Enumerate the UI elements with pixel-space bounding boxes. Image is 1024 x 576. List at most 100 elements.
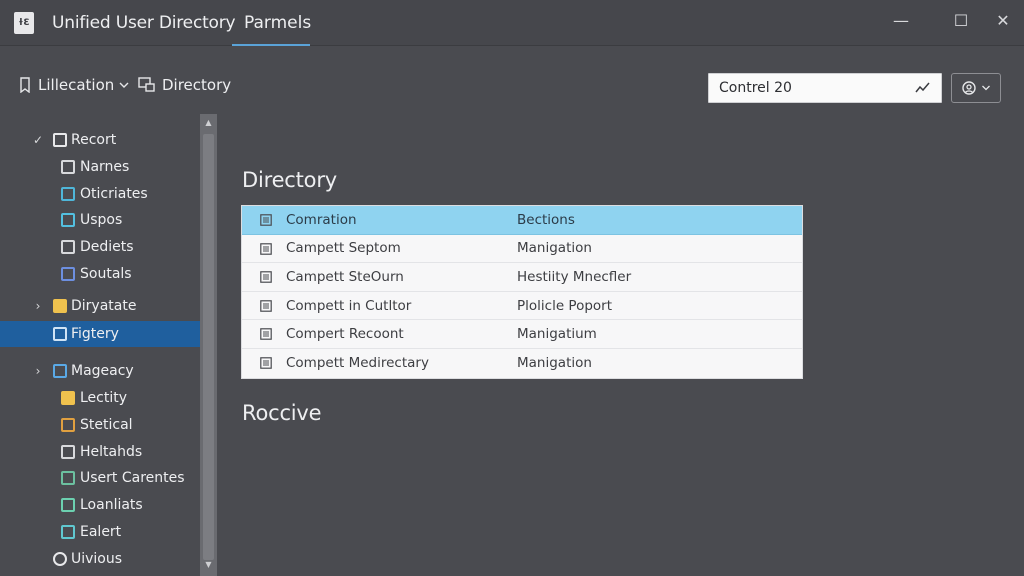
sidebar: ✓ Recort Narnes Oticriates Uspos Dediets Souta… — [0, 114, 200, 576]
allocation-label: Lillecation — [38, 76, 115, 94]
table-cell: Manigatium — [517, 326, 597, 343]
sidebar-item-label: Dediets — [80, 239, 134, 255]
image-icon — [61, 267, 75, 281]
sidebar-item[interactable]: ✓ Recort — [0, 127, 200, 153]
sidebar-item[interactable]: Usert Carentes — [0, 465, 200, 491]
window-icon — [61, 445, 75, 459]
sidebar-item[interactable]: › Diryatate — [0, 293, 200, 319]
sidebar-item-label: Oticriates — [80, 186, 148, 202]
sidebar-item[interactable]: › Mageacy — [0, 358, 200, 384]
table-cell: Compert Recoont — [286, 326, 404, 343]
sidebar-item-label: Recort — [71, 132, 117, 148]
window-title: Unified User Directory — [52, 13, 236, 33]
monitor-icon — [53, 327, 67, 341]
folder-icon — [53, 299, 67, 313]
sidebar-item[interactable]: Uivious — [0, 546, 200, 572]
chevron-right-icon[interactable]: › — [32, 364, 44, 378]
table-cell: Hestiity Mnecfler — [517, 268, 632, 285]
table-cell: Manigation — [517, 240, 592, 257]
square-icon — [61, 187, 75, 201]
search-value: Contrel 20 — [719, 80, 792, 96]
toolbar: Lillecation Directory Contrel 20 — [0, 46, 1024, 114]
circle-icon — [53, 552, 67, 566]
table-row-icon — [260, 214, 272, 226]
bookmark-icon — [20, 77, 30, 93]
close-icon: ✕ — [996, 10, 1010, 30]
sidebar-item-label: Uivious — [71, 551, 123, 567]
column-header[interactable]: Comration — [286, 212, 357, 228]
pen-icon — [61, 498, 75, 512]
document-icon — [53, 133, 67, 147]
table-cell: Compett Medirectary — [286, 355, 429, 372]
maximize-icon: ☐ — [953, 10, 969, 30]
table-header-row[interactable]: Comration Bections — [242, 206, 802, 235]
table-row-icon — [260, 271, 272, 283]
sidebar-item-label: Lectity — [80, 390, 128, 406]
sidebar-item[interactable]: Heltahds — [0, 439, 200, 465]
directory-table: Comration Bections Campett Septom Manigatio… — [241, 205, 803, 379]
sidebar-item[interactable]: Loanliats — [0, 492, 200, 518]
sidebar-item-label: Stetical — [80, 417, 133, 433]
sidebar-item-label: Ealert — [80, 524, 122, 540]
maximize-button[interactable]: ☐ — [946, 8, 976, 32]
sidebar-item[interactable]: Figtery — [0, 321, 200, 347]
sidebar-item[interactable]: Dediets — [0, 234, 200, 260]
sidebar-item-label: Soutals — [80, 266, 132, 282]
list-icon — [61, 213, 75, 227]
chevron-expanded-icon[interactable]: ✓ — [32, 133, 44, 147]
search-input[interactable]: Contrel 20 — [708, 73, 942, 103]
column-header[interactable]: Bections — [517, 212, 575, 228]
sidebar-item[interactable]: Ealert — [0, 519, 200, 545]
profile-menu-button[interactable] — [951, 73, 1001, 103]
sidebar-item-label: Mageacy — [71, 363, 134, 379]
chevron-down-icon — [982, 85, 990, 91]
close-button[interactable]: ✕ — [988, 8, 1018, 32]
sidebar-item[interactable]: Soutals — [0, 261, 200, 287]
folder-icon — [61, 391, 75, 405]
table-row-icon — [260, 328, 272, 341]
directory-heading: Directory — [242, 168, 337, 192]
table-row[interactable]: Campett Septom Manigation — [242, 235, 802, 264]
table-row[interactable]: Campett SteOurn Hestiity Mnecfler — [242, 263, 802, 292]
minimize-button[interactable]: — — [886, 8, 916, 32]
table-row-icon — [260, 357, 272, 369]
main-content: Directory Comration Bections Campett Septo… — [217, 114, 1024, 576]
chevron-right-icon[interactable]: › — [32, 299, 44, 313]
sidebar-item[interactable]: Oticriates — [0, 181, 200, 207]
sidebar-item-label: Loanliats — [80, 497, 143, 513]
sidebar-item-label: Uspos — [80, 212, 123, 228]
table-row[interactable]: Compett Medirectary Manigation — [242, 349, 802, 378]
scroll-up-arrow[interactable]: ▲ — [200, 118, 217, 127]
sidebar-scrollbar[interactable]: ▲ ▼ — [200, 114, 217, 576]
notes-icon — [61, 525, 75, 539]
gallery-icon — [53, 364, 67, 378]
sidebar-item[interactable]: Uspos — [0, 207, 200, 233]
table-cell: Manigation — [517, 355, 592, 372]
scroll-thumb[interactable] — [203, 134, 214, 560]
sidebar-item-label: Narnes — [80, 159, 130, 175]
sidebar-item[interactable]: Lectity — [0, 385, 200, 411]
sidebar-item-label: Heltahds — [80, 444, 143, 460]
app-icon: ɫƐ — [14, 12, 34, 34]
table-cell: Compett in Cutltor — [286, 297, 412, 314]
tab-parmels[interactable]: Parmels — [232, 0, 311, 46]
table-row-icon — [260, 242, 272, 255]
trend-line-icon[interactable] — [915, 81, 931, 95]
roccive-heading: Roccive — [242, 401, 322, 425]
table-row[interactable]: Compert Recoont Manigatium — [242, 320, 802, 349]
sidebar-item[interactable]: Narnes — [0, 154, 200, 180]
directory-icon — [138, 77, 155, 92]
table-row-icon — [260, 299, 272, 312]
allocation-dropdown[interactable]: Lillecation — [18, 76, 136, 94]
table-cell: Campett SteOurn — [286, 268, 404, 285]
user-card-icon — [61, 471, 75, 485]
table-icon — [61, 240, 75, 254]
scroll-down-arrow[interactable]: ▼ — [200, 560, 217, 569]
directory-button[interactable]: Directory — [138, 76, 231, 94]
table-row[interactable]: Compett in Cutltor Plolicle Poport — [242, 292, 802, 321]
sidebar-item[interactable]: Stetical — [0, 412, 200, 438]
chevron-down-icon — [119, 82, 129, 88]
sidebar-item-label: Usert Carentes — [80, 470, 185, 486]
sidebar-item-label: Diryatate — [71, 298, 137, 314]
table-cell: Campett Septom — [286, 240, 401, 257]
